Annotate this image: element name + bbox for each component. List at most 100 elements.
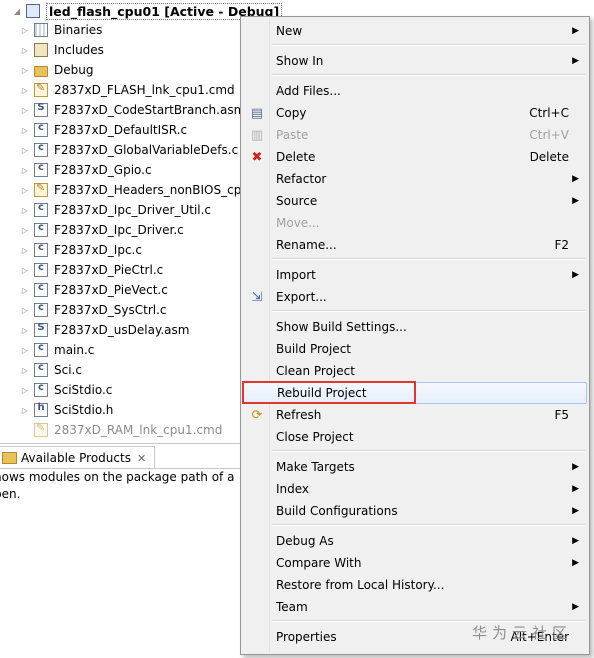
menu-item-label: New [276,24,303,38]
expand-arrow-icon[interactable]: ▷ [20,340,30,360]
menu-item-move[interactable]: Move... [243,212,587,234]
menu-item-label: Debug As [276,534,334,548]
asm-file-icon [34,102,48,117]
tree-item[interactable]: ▷ F2837xD_usDelay.asm [20,320,189,340]
expand-arrow-icon[interactable]: ▷ [20,380,30,400]
menu-item-label: Clean Project [276,364,355,378]
c-file-icon [34,262,48,277]
tree-item[interactable]: ▷ F2837xD_Ipc_Driver_Util.c [20,200,211,220]
tree-item[interactable]: ▷ F2837xD_DefaultISR.c [20,120,187,140]
available-products-view: Available Products ✕ hows modules on the… [0,443,250,658]
expand-arrow-icon[interactable]: ▷ [20,20,30,40]
tree-item[interactable]: 2837xD_RAM_lnk_cpu1.cmd [20,420,222,440]
tree-item[interactable]: ▷ main.c [20,340,94,360]
submenu-arrow-icon: ▶ [572,506,579,516]
tree-item[interactable]: ▷ Sci.c [20,360,82,380]
menu-item-show-build-settings[interactable]: Show Build Settings... [243,316,587,338]
c-file-icon [34,142,48,157]
menu-item-index[interactable]: Index ▶ [243,478,587,500]
expand-arrow-icon[interactable]: ▷ [20,180,30,200]
expand-arrow-icon[interactable]: ▷ [20,100,30,120]
expand-arrow-icon[interactable]: ▷ [20,40,30,60]
description-line: hows modules on the package path of a [0,470,235,484]
expand-arrow-icon[interactable]: ▷ [20,60,30,80]
tree-item[interactable]: ▷ SciStdio.h [20,400,113,420]
tree-item[interactable]: ▷ F2837xD_Gpio.c [20,160,152,180]
expand-arrow-icon[interactable]: ▷ [20,240,30,260]
tree-item[interactable]: ▷ F2837xD_SysCtrl.c [20,300,167,320]
submenu-arrow-icon: ▶ [572,196,579,206]
tree-item-label: 2837xD_FLASH_lnk_cpu1.cmd [54,83,235,97]
tree-item-label: F2837xD_Ipc.c [54,243,142,257]
tree-item[interactable]: ▷ F2837xD_Ipc_Driver.c [20,220,184,240]
menu-item-rename[interactable]: Rename... F2 [243,234,587,256]
watermark: 华为云社区 [472,624,573,642]
expand-arrow-icon[interactable]: ▷ [20,160,30,180]
menu-item-export[interactable]: ⇲ Export... [243,286,587,308]
menu-item-label: Properties [276,630,337,644]
c-file-icon [34,242,48,257]
menu-item-refresh[interactable]: ⟳ Refresh F5 [243,404,587,426]
tab-available-products[interactable]: Available Products ✕ [0,446,156,469]
menu-item-new[interactable]: New ▶ [243,20,587,42]
tree-item[interactable]: ▷ F2837xD_Ipc.c [20,240,142,260]
menu-separator [272,74,585,76]
menu-item-compare-with[interactable]: Compare With ▶ [243,552,587,574]
menu-item-build-configurations[interactable]: Build Configurations ▶ [243,500,587,522]
menu-item-close-project[interactable]: Close Project [243,426,587,448]
expand-arrow-icon[interactable]: ▷ [20,360,30,380]
expand-arrow-icon[interactable]: ▷ [20,260,30,280]
expand-arrow-icon[interactable] [20,420,30,440]
submenu-arrow-icon: ▶ [572,462,579,472]
submenu-arrow-icon: ▶ [572,536,579,546]
copy-icon: ▤ [250,105,264,121]
menu-item-debug-as[interactable]: Debug As ▶ [243,530,587,552]
menu-item-delete[interactable]: ✖ Delete Delete [243,146,587,168]
menu-item-label: Refresh [276,408,322,422]
expand-arrow-icon[interactable]: ▷ [20,280,30,300]
expand-arrow-icon[interactable]: ▷ [20,140,30,160]
menu-item-make-targets[interactable]: Make Targets ▶ [243,456,587,478]
menu-item-label: Build Project [276,342,351,356]
menu-item-copy[interactable]: ▤ Copy Ctrl+C [243,102,587,124]
tree-item[interactable]: ▷ F2837xD_GlobalVariableDefs.c [20,140,238,160]
tree-item[interactable]: ▷ Binaries [20,20,102,40]
tree-item[interactable]: ▷ SciStdio.c [20,380,112,400]
menu-item-add-files[interactable]: Add Files... [243,80,587,102]
collapse-arrow-icon[interactable]: ◢ [12,1,22,21]
menu-item-label: Refactor [276,172,327,186]
c-file-icon [34,122,48,137]
tree-item[interactable]: ▷ F2837xD_PieVect.c [20,280,168,300]
menu-item-clean-project[interactable]: Clean Project [243,360,587,382]
expand-arrow-icon[interactable]: ▷ [20,220,30,240]
menu-item-import[interactable]: Import ▶ [243,264,587,286]
expand-arrow-icon[interactable]: ▷ [20,200,30,220]
tree-item[interactable]: ▷ F2837xD_CodeStartBranch.asm [20,100,245,120]
submenu-arrow-icon: ▶ [572,558,579,568]
menu-item-build-project[interactable]: Build Project [243,338,587,360]
submenu-arrow-icon: ▶ [572,484,579,494]
menu-item-show-in[interactable]: Show In ▶ [243,50,587,72]
menu-item-label: Copy [276,106,307,120]
menu-item-label: Restore from Local History... [276,578,445,592]
tree-item[interactable]: ▷ Includes [20,40,104,60]
tree-item[interactable]: ▷ Debug [20,60,94,80]
menu-item-refactor[interactable]: Refactor ▶ [243,168,587,190]
menu-item-source[interactable]: Source ▶ [243,190,587,212]
export-icon: ⇲ [251,289,263,305]
close-icon[interactable]: ✕ [137,452,146,465]
menu-item-label: Export... [276,290,327,304]
cmd-file-icon [34,421,48,437]
tree-item-label: F2837xD_PieCtrl.c [54,263,164,277]
tree-item[interactable]: ▷ F2837xD_PieCtrl.c [20,260,163,280]
tree-item[interactable]: ▷ F2837xD_Headers_nonBIOS_cpu [20,180,249,200]
expand-arrow-icon[interactable]: ▷ [20,400,30,420]
menu-item-team[interactable]: Team ▶ [243,596,587,618]
menu-item-restore-from-local-history[interactable]: Restore from Local History... [243,574,587,596]
expand-arrow-icon[interactable]: ▷ [20,300,30,320]
menu-item-paste[interactable]: ▥ Paste Ctrl+V [243,124,587,146]
expand-arrow-icon[interactable]: ▷ [20,320,30,340]
expand-arrow-icon[interactable]: ▷ [20,120,30,140]
tree-item[interactable]: ▷ 2837xD_FLASH_lnk_cpu1.cmd [20,80,235,100]
expand-arrow-icon[interactable]: ▷ [20,80,30,100]
